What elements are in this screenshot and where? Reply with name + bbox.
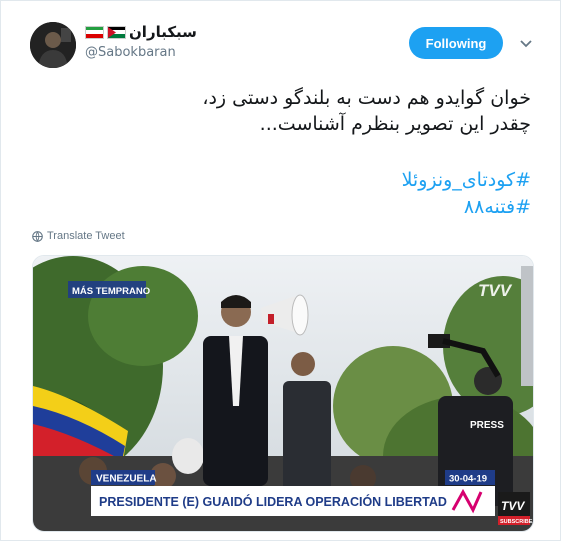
tweet-card: سبکباران @Sabokbaran Following خوان گوای… (0, 0, 561, 541)
tweet-media-image[interactable]: PRESS TVV MÁS TEMPRANO VENEZUELA 30-04-1… (32, 255, 534, 532)
translate-tweet-link[interactable]: Translate Tweet (32, 230, 125, 242)
iran-flag-icon (85, 25, 104, 39)
tweet-text-line: خوان گوایدو هم دست به بلندگو دستی زد، (202, 87, 531, 109)
tvv-logo-top: TVV (478, 281, 513, 300)
hashtag-link[interactable]: #فتنه۸۸ (464, 196, 531, 218)
location-label: VENEZUELA (96, 474, 157, 485)
tweet-text-line: چقدر این تصویر بنظرم آشناست... (259, 113, 531, 135)
palestine-flag-icon (107, 25, 126, 39)
name-row: سبکباران (85, 23, 197, 41)
translate-label: Translate Tweet (47, 230, 125, 242)
avatar[interactable] (30, 22, 76, 68)
date-label: 30-04-19 (449, 474, 487, 485)
user-handle[interactable]: @Sabokbaran (85, 45, 176, 60)
tvv-logo-bottom: TVV (501, 499, 525, 513)
headline-ticker: PRESIDENTE (E) GUAIDÓ LIDERA OPERACIÓN L… (99, 494, 447, 509)
following-button[interactable]: Following (409, 27, 503, 59)
tweet-text: خوان گوایدو هم دست به بلندگو دستی زد، چق… (31, 85, 531, 137)
chevron-down-icon[interactable] (518, 35, 534, 51)
hashtag-link[interactable]: #کودتای_ونزوئلا (402, 169, 531, 191)
display-name[interactable]: سبکباران (129, 23, 197, 41)
press-vest-text: PRESS (470, 420, 504, 431)
globe-icon (32, 230, 43, 242)
subscribe-label[interactable]: SUBSCRIBE (500, 519, 533, 525)
mas-temprano-label: MÁS TEMPRANO (72, 286, 150, 297)
